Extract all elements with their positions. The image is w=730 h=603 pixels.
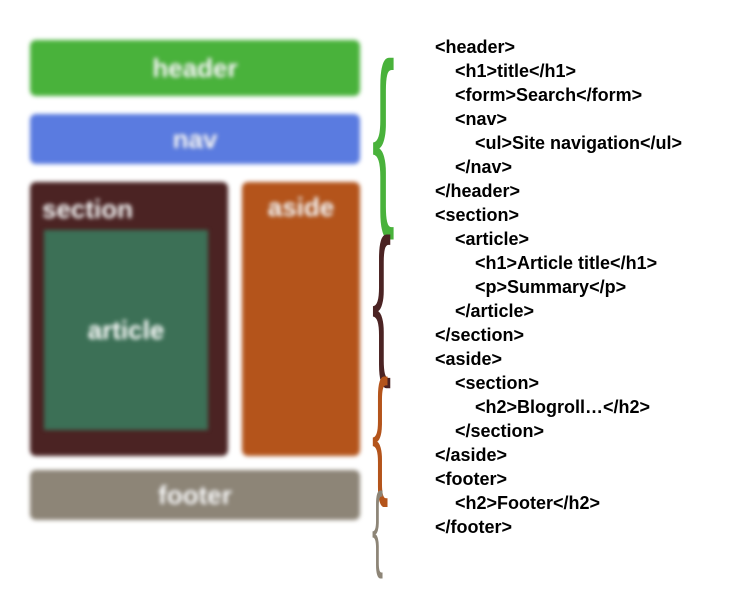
article-block: article: [44, 230, 208, 430]
aside-label: aside: [268, 192, 335, 223]
brace-footer: {: [372, 480, 383, 575]
brace-header: {: [372, 35, 395, 230]
code-line: <nav>: [435, 107, 682, 131]
nav-block: nav: [30, 114, 360, 164]
code-line: </aside>: [435, 443, 682, 467]
code-line: <article>: [435, 227, 682, 251]
code-listing: <header> <h1>title</h1> <form>Search</fo…: [435, 35, 682, 539]
code-line: <h2>Blogroll…</h2>: [435, 395, 682, 419]
nav-label: nav: [173, 124, 218, 155]
code-line: </nav>: [435, 155, 682, 179]
header-block: header: [30, 40, 360, 96]
code-line: </article>: [435, 299, 682, 323]
article-label: article: [88, 315, 165, 346]
code-line: </header>: [435, 179, 682, 203]
code-line: <aside>: [435, 347, 682, 371]
code-line: </section>: [435, 323, 682, 347]
code-line: <section>: [435, 371, 682, 395]
header-label: header: [152, 53, 237, 84]
code-line: <p>Summary</p>: [435, 275, 682, 299]
code-line: <footer>: [435, 467, 682, 491]
footer-block: footer: [30, 470, 360, 520]
code-line: <h2>Footer</h2>: [435, 491, 682, 515]
section-label: section: [42, 194, 133, 225]
code-line: <header>: [435, 35, 682, 59]
code-line: </footer>: [435, 515, 682, 539]
code-line: <form>Search</form>: [435, 83, 682, 107]
code-line: <h1>title</h1>: [435, 59, 682, 83]
code-line: </section>: [435, 419, 682, 443]
code-line: <h1>Article title</h1>: [435, 251, 682, 275]
footer-label: footer: [158, 480, 232, 511]
code-line: <section>: [435, 203, 682, 227]
aside-block: aside: [242, 182, 360, 456]
code-line: <ul>Site navigation</ul>: [435, 131, 682, 155]
